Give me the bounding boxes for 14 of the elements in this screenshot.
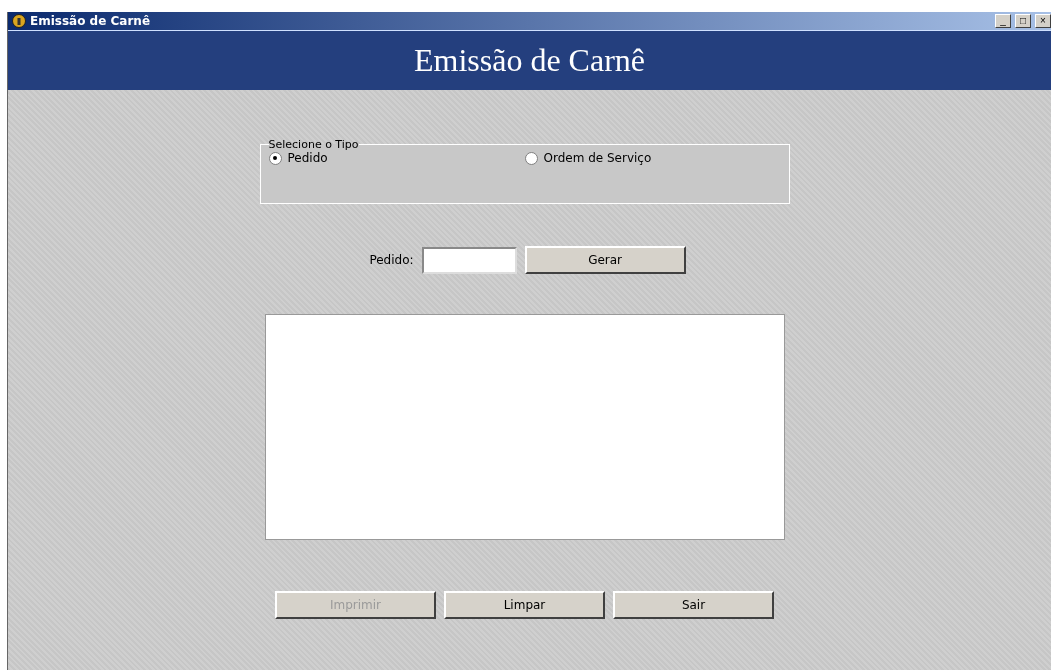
maximize-button[interactable]: □ xyxy=(1015,14,1031,28)
radio-option[interactable]: Ordem de Serviço xyxy=(524,151,781,165)
app-icon xyxy=(12,14,26,28)
action-button[interactable]: Sair xyxy=(613,591,774,619)
action-button[interactable]: Limpar xyxy=(444,591,605,619)
order-label: Pedido: xyxy=(369,253,414,267)
generate-button[interactable]: Gerar xyxy=(524,246,686,274)
minimize-button[interactable]: _ xyxy=(995,14,1011,28)
order-input[interactable] xyxy=(421,246,517,274)
group-legend: Selecione o Tipo xyxy=(268,138,359,151)
radio-option[interactable]: Pedido xyxy=(268,151,525,165)
header-title: Emissão de Carnê xyxy=(413,42,645,79)
window-title: Emissão de Carnê xyxy=(30,14,152,28)
close-button[interactable]: × xyxy=(1035,14,1051,28)
